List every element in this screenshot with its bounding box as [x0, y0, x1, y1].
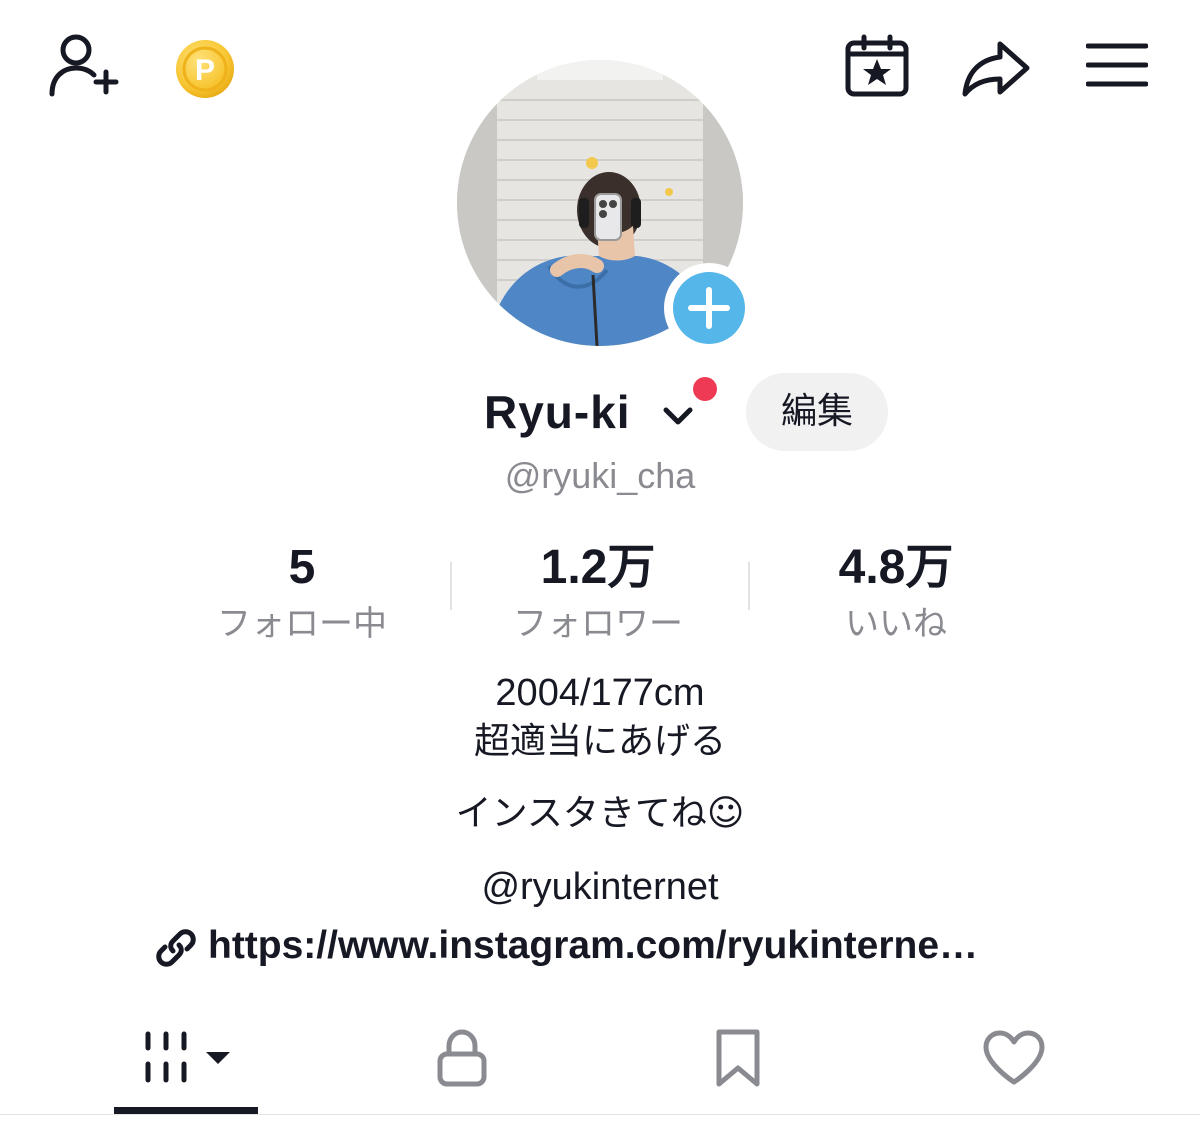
stat-value: 4.8万: [838, 541, 954, 594]
bio-line: インスタきてね☺: [455, 793, 745, 834]
tab-liked[interactable]: [944, 1020, 1084, 1110]
edit-profile-button[interactable]: 編集: [746, 373, 888, 451]
stat-label: フォロー中: [217, 604, 387, 644]
lock-icon: [437, 1029, 487, 1087]
tab-saved[interactable]: [668, 1020, 808, 1110]
stat-value: 1.2万: [540, 541, 656, 594]
active-tab-indicator: [114, 1107, 258, 1114]
bio-line: 2004/177cm: [495, 672, 705, 714]
plus-icon: [688, 287, 730, 329]
share-icon[interactable]: [960, 38, 1032, 98]
bio-line: 超適当にあげる: [473, 721, 726, 762]
calendar-star-icon[interactable]: [844, 34, 910, 98]
coin-icon[interactable]: P: [174, 38, 236, 100]
bio-mention[interactable]: @ryukinternet: [200, 862, 1000, 912]
add-user-icon[interactable]: [46, 30, 120, 100]
chevron-down-icon[interactable]: [660, 402, 696, 430]
divider: [0, 1114, 1200, 1115]
link-icon: [156, 929, 196, 967]
svg-text:P: P: [195, 54, 215, 87]
add-avatar-button[interactable]: [664, 263, 754, 353]
bookmark-icon: [716, 1029, 760, 1087]
stat-likes[interactable]: 4.8万 いいね: [766, 540, 1026, 648]
stat-value: 5: [288, 541, 316, 594]
stat-label: フォロワー: [513, 604, 683, 644]
stat-divider: [748, 562, 750, 610]
bio-link-text[interactable]: https://www.instagram.com/ryukinterne…: [208, 918, 978, 974]
videos-grid-icon: [145, 1031, 230, 1083]
username: @ryuki_cha: [504, 455, 696, 496]
stat-divider: [450, 562, 452, 610]
heart-icon: [983, 1030, 1045, 1085]
display-name: Ryu-ki: [484, 386, 631, 438]
stat-followers[interactable]: 1.2万 フォロワー: [468, 540, 728, 648]
stat-label: いいね: [845, 604, 947, 644]
bio-link[interactable]: https://www.instagram.com/ryukinterne…: [154, 918, 1054, 974]
notification-dot: [693, 377, 717, 401]
stat-following[interactable]: 5 フォロー中: [172, 540, 432, 648]
tab-private[interactable]: [392, 1020, 532, 1110]
tab-videos[interactable]: [114, 1020, 258, 1110]
menu-icon[interactable]: [1086, 42, 1148, 88]
